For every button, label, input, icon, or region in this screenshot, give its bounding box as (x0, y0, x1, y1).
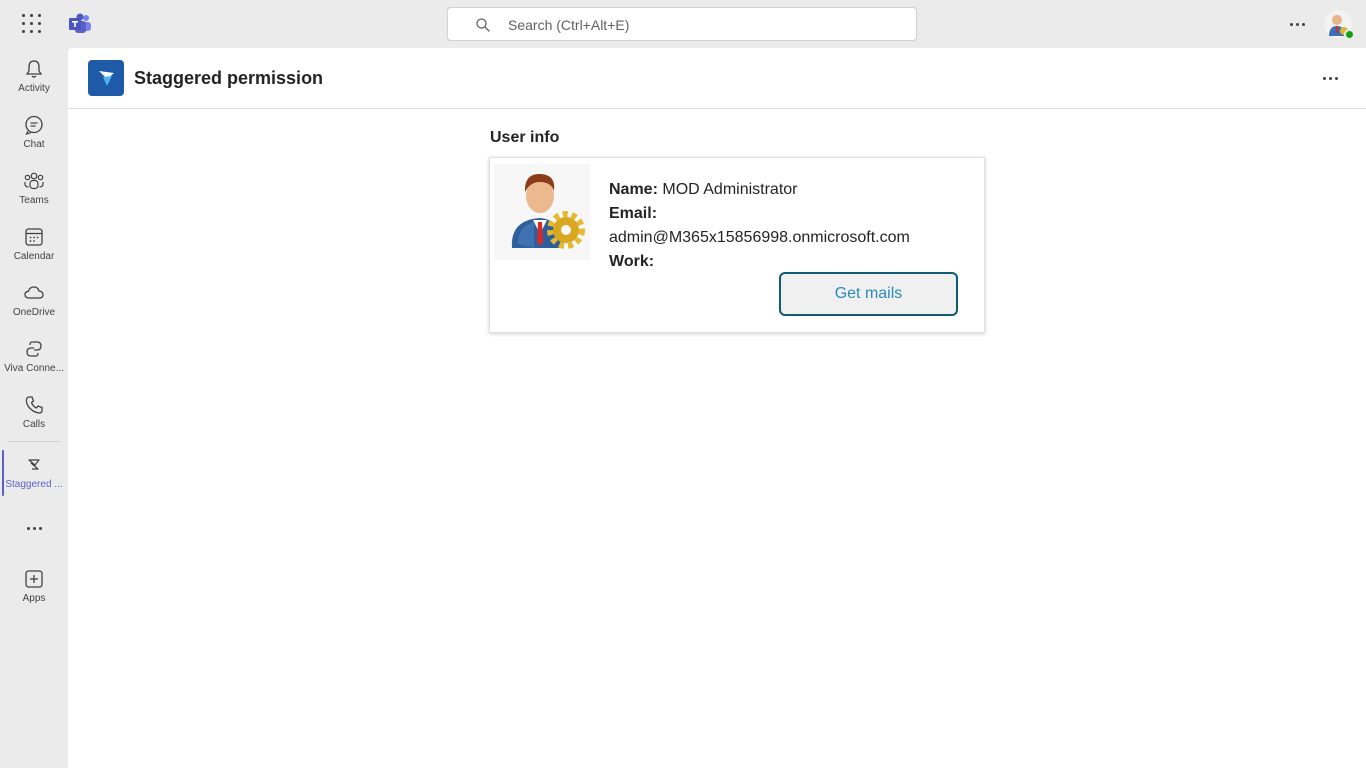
app-launcher-icon[interactable] (22, 14, 44, 34)
top-bar: Search (Ctrl+Alt+E) (0, 0, 1366, 48)
admin-user-icon (511, 173, 585, 249)
name-label: Name: (609, 181, 658, 198)
more-options-icon[interactable] (1318, 68, 1342, 88)
email-label: Email: (609, 205, 658, 222)
main-content: Staggered permission User info Name: MOD… (68, 48, 1366, 768)
rail-label-apps: Apps (22, 593, 46, 604)
calendar-icon (25, 228, 43, 246)
rail-label-onedrive: OneDrive (12, 307, 56, 318)
name-value: MOD Administrator (662, 181, 798, 198)
name-row: Name: MOD Administrator (609, 178, 910, 202)
work-label: Work: (609, 253, 655, 270)
work-row: Work: (609, 250, 910, 274)
rail-label-calls: Calls (22, 419, 46, 430)
bell-icon (25, 60, 43, 78)
more-options-icon[interactable] (1284, 12, 1310, 36)
rail-item-apps[interactable]: Apps (0, 560, 68, 612)
user-info-card: Name: MOD Administrator Email: admin@M36… (489, 157, 985, 333)
rail-label-calendar: Calendar (13, 251, 55, 262)
rail-item-activity[interactable]: Activity (0, 50, 68, 102)
section-title: User info (490, 129, 560, 146)
rail-item-calendar[interactable]: Calendar (0, 218, 68, 270)
rail-divider (8, 441, 60, 442)
app-logo-icon (88, 60, 124, 96)
profile-avatar[interactable] (1324, 10, 1355, 40)
left-app-rail: Activity Chat Teams Calendar OneDrive Vi… (0, 48, 68, 768)
app-header: Staggered permission (68, 48, 1366, 109)
user-details: Name: MOD Administrator Email: admin@M36… (609, 178, 910, 274)
add-app-icon (25, 570, 43, 588)
viva-connections-icon (26, 341, 42, 357)
phone-icon (25, 396, 43, 414)
cloud-icon (24, 286, 44, 299)
more-apps-icon[interactable] (22, 518, 46, 538)
rail-item-chat[interactable]: Chat (0, 106, 68, 158)
staggered-app-icon (28, 459, 40, 470)
rail-label-activity: Activity (18, 83, 50, 94)
teams-logo-icon[interactable] (68, 12, 92, 36)
rail-label-chat: Chat (23, 139, 45, 150)
rail-item-calls[interactable]: Calls (0, 386, 68, 438)
chat-icon (25, 115, 43, 136)
rail-item-staggered[interactable]: Staggered ... (0, 446, 68, 498)
page-title: Staggered permission (134, 68, 324, 88)
email-row: Email: (609, 202, 910, 226)
rail-item-onedrive[interactable]: OneDrive (0, 274, 68, 326)
presence-available-icon (1344, 29, 1355, 40)
teams-icon (24, 172, 44, 190)
rail-label-staggered: Staggered ... (5, 479, 63, 490)
rail-label-viva-connections: Viva Conne... (4, 363, 64, 374)
user-photo (494, 164, 590, 260)
email-value: admin@M365x15856998.onmicrosoft.com (609, 229, 910, 246)
rail-label-teams: Teams (19, 195, 49, 206)
rail-item-teams[interactable]: Teams (0, 162, 68, 214)
rail-item-viva-connections[interactable]: Viva Conne... (0, 330, 68, 382)
search-placeholder: Search (Ctrl+Alt+E) (508, 17, 630, 33)
search-input[interactable]: Search (Ctrl+Alt+E) (447, 7, 917, 41)
search-icon (476, 18, 490, 32)
get-mails-button[interactable]: Get mails (779, 272, 958, 316)
